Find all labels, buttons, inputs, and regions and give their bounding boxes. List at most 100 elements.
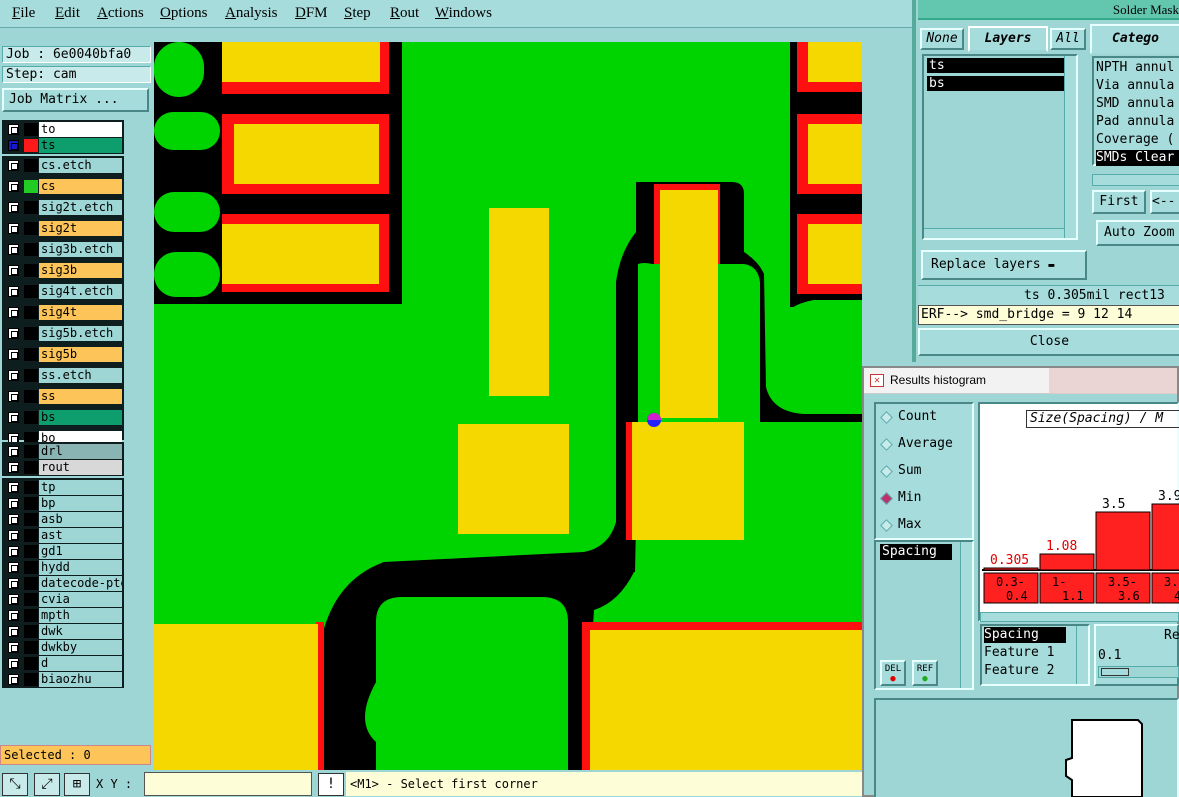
- layer-item-bs[interactable]: bs: [927, 76, 1067, 91]
- category-item[interactable]: SMD annula: [1096, 96, 1179, 112]
- layer-color-swatch[interactable]: [24, 390, 38, 403]
- layer-name[interactable]: sig3b.etch: [39, 242, 122, 257]
- radio-diamond-icon[interactable]: [880, 465, 893, 478]
- option-sum[interactable]: Sum: [880, 462, 972, 482]
- layer-row-ast[interactable]: ast: [2, 527, 124, 543]
- ref-button[interactable]: REF ●: [912, 660, 938, 686]
- layer-row-sig5b.etch[interactable]: sig5b.etch: [2, 325, 124, 341]
- layer-name[interactable]: sig3b: [39, 263, 122, 278]
- layer-color-swatch[interactable]: [24, 411, 38, 424]
- layer-checkbox[interactable]: [8, 626, 19, 637]
- radio-diamond-icon[interactable]: [880, 519, 893, 532]
- graphics-canvas[interactable]: [154, 42, 862, 770]
- slider-thumb[interactable]: [1101, 668, 1129, 676]
- layer-row-bs[interactable]: bs: [2, 409, 124, 425]
- layer-checkbox[interactable]: [8, 546, 19, 557]
- histogram-bar[interactable]: [1151, 503, 1179, 571]
- menu-file[interactable]: File: [12, 5, 35, 22]
- layer-name[interactable]: biaozhu: [39, 672, 122, 687]
- measure-scrollbar[interactable]: [960, 542, 972, 688]
- layer-name[interactable]: sig2t.etch: [39, 200, 122, 215]
- prev-button[interactable]: <--: [1150, 190, 1179, 214]
- layer-name[interactable]: to: [39, 122, 122, 137]
- histogram-bar[interactable]: [1039, 553, 1095, 571]
- layer-checkbox[interactable]: [8, 124, 19, 135]
- category-item[interactable]: NPTH annul: [1096, 60, 1179, 76]
- radio-diamond-icon[interactable]: [880, 438, 893, 451]
- layer-color-swatch[interactable]: [24, 201, 38, 214]
- layer-color-swatch[interactable]: [24, 264, 38, 277]
- option-min[interactable]: Min: [880, 489, 972, 509]
- layer-row-sig2t[interactable]: sig2t: [2, 220, 124, 236]
- layer-row-mpth[interactable]: mpth: [2, 607, 124, 623]
- layer-name[interactable]: bs: [39, 410, 122, 425]
- menu-step[interactable]: Step: [344, 5, 371, 22]
- layer-name[interactable]: rout: [39, 460, 122, 475]
- all-button[interactable]: All: [1050, 28, 1086, 50]
- layer-color-swatch[interactable]: [24, 513, 38, 526]
- layer-color-swatch[interactable]: [24, 159, 38, 172]
- category-item[interactable]: Pad annula: [1096, 114, 1179, 130]
- layer-row-asb[interactable]: asb: [2, 511, 124, 527]
- layer-name[interactable]: sig5b: [39, 347, 122, 362]
- layer-color-swatch[interactable]: [24, 327, 38, 340]
- layer-checkbox[interactable]: [8, 265, 19, 276]
- measure-listbox[interactable]: Spacing DEL ● REF ●: [874, 540, 974, 690]
- layer-color-swatch[interactable]: [24, 657, 38, 670]
- layer-name[interactable]: dwk: [39, 624, 122, 639]
- layer-row-drl[interactable]: drl: [2, 443, 124, 459]
- snap-icon[interactable]: ⤢: [34, 773, 60, 796]
- measure-item-spacing[interactable]: Spacing: [880, 544, 952, 560]
- layer-checkbox[interactable]: [8, 349, 19, 360]
- layer-checkbox[interactable]: [8, 514, 19, 525]
- columns-scrollbar[interactable]: [1076, 626, 1088, 684]
- layer-color-swatch[interactable]: [24, 348, 38, 361]
- layer-row-rout[interactable]: rout: [2, 459, 124, 475]
- layer-checkbox[interactable]: [8, 482, 19, 493]
- layer-name[interactable]: drl: [39, 444, 122, 459]
- layer-checkbox[interactable]: [8, 160, 19, 171]
- layer-checkbox[interactable]: [8, 244, 19, 255]
- layer-color-swatch[interactable]: [24, 673, 38, 686]
- layer-row-sig3b.etch[interactable]: sig3b.etch: [2, 241, 124, 257]
- layer-color-swatch[interactable]: [24, 561, 38, 574]
- menu-actions[interactable]: Actions: [97, 5, 144, 22]
- layer-color-swatch[interactable]: [24, 529, 38, 542]
- layer-checkbox[interactable]: [8, 498, 19, 509]
- layer-row-sig5b[interactable]: sig5b: [2, 346, 124, 362]
- layer-row-to[interactable]: to: [2, 121, 124, 137]
- chart-hscrollbar[interactable]: [980, 612, 1179, 622]
- layer-name[interactable]: sig5b.etch: [39, 326, 122, 341]
- layer-color-swatch[interactable]: [24, 609, 38, 622]
- layer-checkbox[interactable]: [8, 462, 19, 473]
- del-button[interactable]: DEL ●: [880, 660, 906, 686]
- tab-category[interactable]: Catego: [1090, 24, 1179, 54]
- layer-name[interactable]: tp: [39, 480, 122, 495]
- range-slider[interactable]: [1098, 666, 1179, 678]
- menu-windows[interactable]: Windows: [435, 5, 492, 22]
- layer-row-hydd[interactable]: hydd: [2, 559, 124, 575]
- layer-name[interactable]: gd1: [39, 544, 122, 559]
- option-average[interactable]: Average: [880, 435, 972, 455]
- close-button[interactable]: Close: [918, 328, 1179, 356]
- layer-row-datecode-pte[interactable]: datecode-pte: [2, 575, 124, 591]
- layer-name[interactable]: ts: [39, 138, 122, 153]
- layer-name[interactable]: ss.etch: [39, 368, 122, 383]
- layer-checkbox[interactable]: [8, 223, 19, 234]
- layer-checkbox[interactable]: [8, 642, 19, 653]
- layer-color-swatch[interactable]: [24, 285, 38, 298]
- layer-color-swatch[interactable]: [24, 625, 38, 638]
- layer-name[interactable]: cs: [39, 179, 122, 194]
- layer-name[interactable]: cvia: [39, 592, 122, 607]
- grid-icon[interactable]: ⊞: [64, 773, 90, 796]
- layer-color-swatch[interactable]: [24, 369, 38, 382]
- menu-rout[interactable]: Rout: [390, 5, 419, 22]
- tab-layers[interactable]: Layers: [968, 26, 1048, 52]
- layer-checkbox[interactable]: [8, 307, 19, 318]
- layers-scrollbar[interactable]: [1064, 56, 1076, 238]
- layer-name[interactable]: hydd: [39, 560, 122, 575]
- layer-row-ss[interactable]: ss: [2, 388, 124, 404]
- radio-diamond-icon[interactable]: [880, 492, 893, 505]
- layer-row-ts[interactable]: ts: [2, 137, 124, 153]
- layer-checkbox[interactable]: [8, 562, 19, 573]
